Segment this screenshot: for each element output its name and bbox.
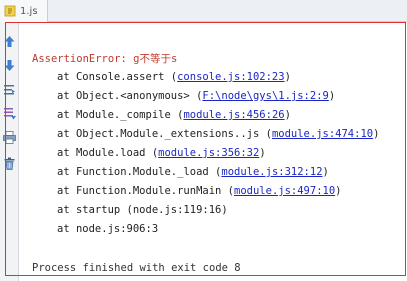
console-toolbar	[0, 22, 19, 281]
tab-1-js[interactable]: 1.js	[0, 0, 48, 22]
stack-frame-link[interactable]: F:\node\gys\1.js:2:9	[202, 90, 328, 102]
print-icon[interactable]	[2, 130, 17, 145]
stack-frame-suffix: )	[328, 90, 336, 102]
run-console-window: 1.js AssertionError: g不等于s at Console.as…	[0, 0, 407, 281]
stack-frame-text: at Module._compile (	[57, 109, 184, 121]
stack-frame-text: at Object.Module._extensions..js (	[57, 128, 272, 140]
stack-frame-text: at Function.Module.runMain (	[57, 185, 235, 197]
tab-label: 1.js	[20, 5, 38, 17]
assertion-error-message: AssertionError: g不等于s	[32, 53, 178, 65]
stack-frame: at Console.assert (console.js:102:23)	[57, 70, 291, 84]
scroll-to-end-icon[interactable]	[2, 106, 17, 121]
stack-frame-text: at Function.Module._load (	[57, 166, 222, 178]
stack-frame-link[interactable]: module.js:456:26	[183, 109, 284, 121]
stack-frame-link[interactable]: module.js:474:10	[272, 128, 373, 140]
stack-frame-text: at Object.<anonymous> (	[57, 90, 203, 102]
stack-frame-suffix: )	[259, 147, 266, 159]
stack-frame: at Function.Module.runMain (module.js:49…	[57, 184, 342, 198]
js-file-icon	[4, 5, 16, 17]
stack-frame-suffix: )	[322, 166, 329, 178]
stack-frame-suffix: )	[373, 128, 380, 140]
stack-frame-link[interactable]: module.js:312:12	[221, 166, 322, 178]
stack-frame: at Function.Module._load (module.js:312:…	[57, 165, 329, 179]
stack-frame: at node.js:906:3	[57, 222, 158, 236]
stack-frame-link[interactable]: module.js:356:32	[158, 147, 259, 159]
stack-frame-text: at Console.assert (	[57, 71, 178, 83]
stack-frame: at Object.<anonymous> (F:\node\gys\1.js:…	[57, 89, 335, 103]
soft-wrap-icon[interactable]	[2, 82, 17, 97]
down-arrow-icon[interactable]	[2, 58, 17, 73]
stack-frame-suffix: )	[335, 185, 342, 197]
trash-icon[interactable]	[2, 156, 17, 171]
stack-frame-suffix: )	[284, 71, 291, 83]
stack-frame: at startup (node.js:119:16)	[57, 203, 228, 217]
up-arrow-icon[interactable]	[2, 34, 17, 49]
console-output[interactable]: AssertionError: g不等于s at Console.assert …	[20, 22, 407, 281]
stack-frame-text: at node.js:906:3	[57, 223, 159, 235]
stack-frame-link[interactable]: console.js:102:23	[177, 71, 284, 83]
stack-frame-text: at Module.load (	[57, 147, 159, 159]
stack-frame-suffix: )	[284, 109, 291, 121]
stack-frame: at Module._compile (module.js:456:26)	[57, 108, 291, 122]
process-exit-message: Process finished with exit code 8	[32, 262, 241, 274]
stack-frame-link[interactable]: module.js:497:10	[234, 185, 335, 197]
stack-frame-text: at startup (node.js:119:16)	[57, 204, 228, 216]
stack-frame: at Module.load (module.js:356:32)	[57, 146, 266, 160]
tab-bar: 1.js	[0, 0, 407, 22]
stack-frame: at Object.Module._extensions..js (module…	[57, 127, 379, 141]
